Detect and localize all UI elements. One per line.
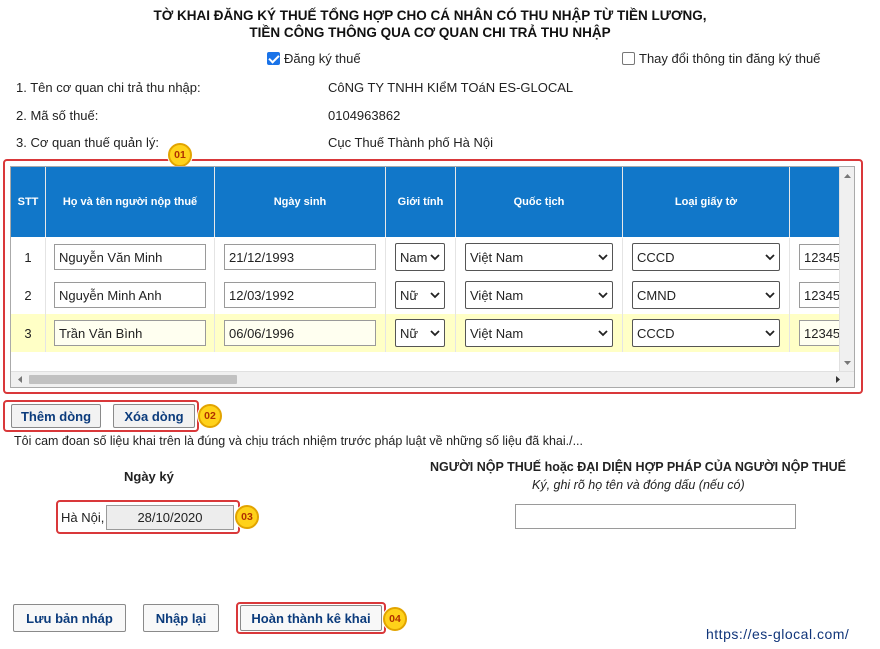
nationality-value: Việt Nam — [470, 287, 524, 303]
id-type-select[interactable]: CMND — [632, 281, 780, 309]
horizontal-scrollbar[interactable] — [11, 371, 854, 387]
annotation-badge-03: 03 — [235, 505, 259, 529]
nationality-value: Việt Nam — [470, 249, 524, 265]
chevron-down-icon — [598, 330, 608, 337]
col-header-name: Họ và tên người nộp thuế — [46, 167, 215, 237]
row-stt: 3 — [11, 314, 46, 352]
chevron-down-icon — [430, 254, 440, 261]
nationality-value: Việt Nam — [470, 325, 524, 341]
gender-value: Nam — [400, 249, 428, 265]
chevron-down-icon — [430, 292, 440, 299]
col-header-dob: Ngày sinh — [215, 167, 386, 237]
name-input[interactable]: Nguyễn Minh Anh — [54, 282, 206, 308]
change-info-label: Thay đổi thông tin đăng ký thuế — [639, 51, 821, 66]
id-number-input[interactable]: 123456 — [799, 320, 840, 346]
delete-row-button[interactable]: Xóa dòng — [113, 404, 195, 428]
gender-select[interactable]: Nữ — [395, 281, 445, 309]
id-type-select[interactable]: CCCD — [632, 243, 780, 271]
tax-office-value: Cục Thuế Thành phố Hà Nội — [328, 135, 494, 150]
register-label: Đăng ký thuế — [284, 51, 361, 66]
chevron-down-icon — [765, 330, 775, 337]
row-stt: 2 — [11, 276, 46, 314]
annotation-badge-04: 04 — [383, 607, 407, 631]
tax-code-value: 0104963862 — [328, 108, 401, 123]
dob-input[interactable]: 12/03/1992 — [224, 282, 376, 308]
signing-date-input[interactable]: 28/10/2020 — [106, 505, 234, 530]
nationality-select[interactable]: Việt Nam — [465, 243, 613, 271]
payer-name-label: 1. Tên cơ quan chi trả thu nhập: — [16, 80, 201, 95]
change-info-option[interactable]: Thay đổi thông tin đăng ký thuế — [622, 51, 820, 66]
col-header-nationality: Quốc tịch — [456, 167, 623, 237]
scroll-right-icon[interactable] — [832, 372, 844, 387]
gender-select[interactable]: Nam — [395, 243, 445, 271]
register-option[interactable]: Đăng ký thuế — [267, 51, 361, 66]
name-input[interactable]: Trần Văn Bình — [54, 320, 206, 346]
id-number-input[interactable]: 123456 — [799, 244, 840, 270]
chevron-down-icon — [598, 292, 608, 299]
form-title-line2: TIỀN CÔNG THÔNG QUA CƠ QUAN CHI TRẢ THU … — [249, 25, 611, 40]
id-type-value: CCCD — [637, 325, 675, 341]
signing-date-label: Ngày ký — [124, 469, 174, 484]
commitment-text: Tôi cam đoan số liệu khai trên là đúng v… — [14, 434, 584, 448]
horizontal-scroll-thumb[interactable] — [29, 375, 237, 384]
id-type-value: CCCD — [637, 249, 675, 265]
table-row-selected: 3 Trần Văn Bình 06/06/1996 Nữ Việt Nam C… — [11, 314, 840, 352]
add-row-button[interactable]: Thêm dòng — [11, 404, 101, 428]
complete-declaration-button[interactable]: Hoàn thành kê khai — [240, 605, 382, 631]
scroll-up-icon[interactable] — [840, 170, 855, 182]
tax-code-label: 2. Mã số thuế: — [16, 108, 99, 123]
col-header-id-type: Loại giấy tờ — [623, 167, 790, 237]
website-link[interactable]: https://es-glocal.com/ — [706, 626, 849, 642]
reset-button[interactable]: Nhập lại — [143, 604, 219, 632]
row-stt: 1 — [11, 238, 46, 276]
vertical-scrollbar[interactable] — [839, 167, 854, 372]
nationality-select[interactable]: Việt Nam — [465, 319, 613, 347]
annotation-badge-01: 01 — [168, 143, 192, 167]
id-type-value: CMND — [637, 287, 676, 303]
form-title-line1: TỜ KHAI ĐĂNG KÝ THUẾ TỔNG HỢP CHO CÁ NHÂ… — [153, 8, 707, 23]
tax-office-label: 3. Cơ quan thuế quản lý: — [16, 135, 159, 150]
annotation-badge-02: 02 — [198, 404, 222, 428]
change-info-checkbox[interactable] — [622, 52, 635, 65]
id-type-select[interactable]: CCCD — [632, 319, 780, 347]
col-header-gender: Giới tính — [386, 167, 456, 237]
grid-header: STT Họ và tên người nộp thuế Ngày sinh G… — [11, 167, 840, 237]
col-header-id-number — [790, 167, 840, 237]
gender-select[interactable]: Nữ — [395, 319, 445, 347]
id-number-input[interactable]: 123456 — [799, 282, 840, 308]
payer-name-value: CôNG TY TNHH KIểM TOáN ES-GLOCAL — [328, 80, 574, 95]
dob-input[interactable]: 21/12/1993 — [224, 244, 376, 270]
register-checkbox[interactable] — [267, 52, 280, 65]
table-row: 1 Nguyễn Văn Minh 21/12/1993 Nam Việt Na… — [11, 238, 840, 276]
gender-value: Nữ — [400, 325, 419, 341]
chevron-down-icon — [430, 330, 440, 337]
signing-place: Hà Nội, — [61, 510, 105, 525]
chevron-down-icon — [765, 292, 775, 299]
col-header-stt: STT — [11, 167, 46, 237]
taxpayer-grid: STT Họ và tên người nộp thuế Ngày sinh G… — [10, 166, 855, 388]
signer-note: Ký, ghi rõ họ tên và đóng dấu (nếu có) — [532, 478, 745, 492]
table-row: 2 Nguyễn Minh Anh 12/03/1992 Nữ Việt Nam… — [11, 276, 840, 314]
scroll-down-icon[interactable] — [840, 357, 855, 369]
signer-name-input[interactable] — [515, 504, 796, 529]
dob-input[interactable]: 06/06/1996 — [224, 320, 376, 346]
signer-title: NGƯỜI NỘP THUẾ hoặc ĐẠI DIỆN HỢP PHÁP CỦ… — [430, 460, 846, 474]
chevron-down-icon — [598, 254, 608, 261]
save-draft-button[interactable]: Lưu bản nháp — [13, 604, 126, 632]
scroll-left-icon[interactable] — [14, 372, 26, 387]
gender-value: Nữ — [400, 287, 419, 303]
name-input[interactable]: Nguyễn Văn Minh — [54, 244, 206, 270]
chevron-down-icon — [765, 254, 775, 261]
nationality-select[interactable]: Việt Nam — [465, 281, 613, 309]
